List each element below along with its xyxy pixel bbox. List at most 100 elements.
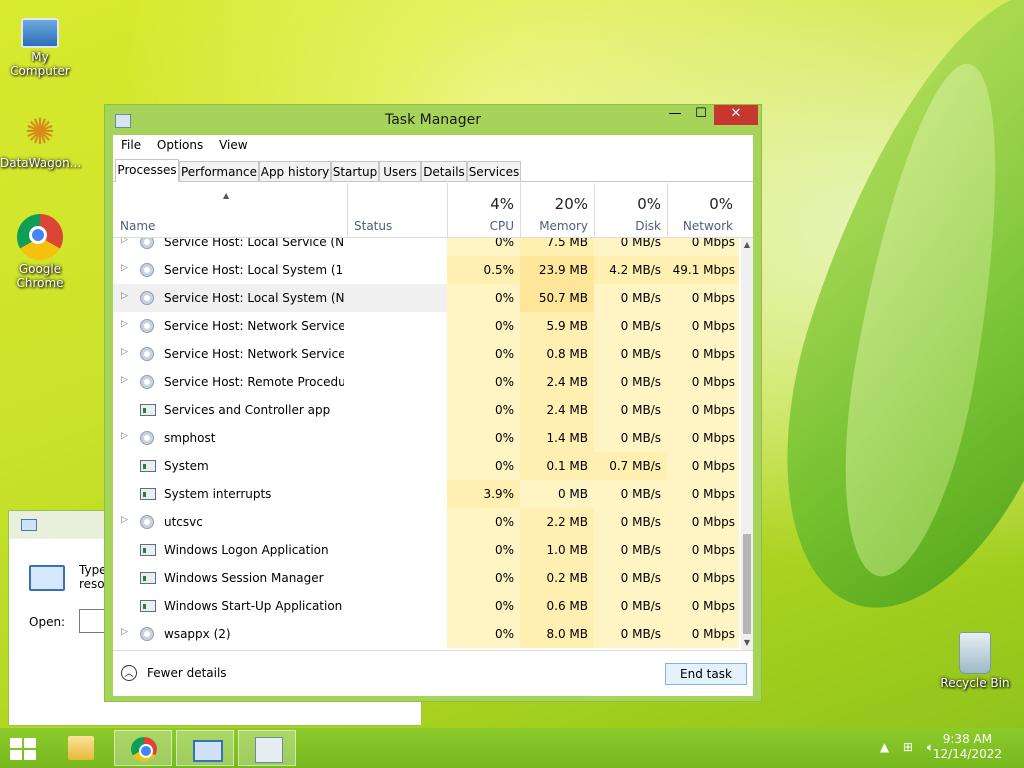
tab-processes[interactable]: Processes <box>115 159 179 182</box>
app-window-icon <box>140 488 156 500</box>
tab-users[interactable]: Users <box>379 161 421 181</box>
service-gear-icon <box>140 263 154 277</box>
process-memory: 0.1 MB <box>520 452 594 480</box>
process-memory: 8.0 MB <box>520 620 594 648</box>
process-memory: 0.2 MB <box>520 564 594 592</box>
expand-chevron-icon[interactable]: ▷ <box>121 347 128 357</box>
table-row[interactable]: Windows Start-Up Application 0% 0.6 MB 0 MB… <box>113 592 739 620</box>
process-memory: 0.6 MB <box>520 592 594 620</box>
process-cpu: 0% <box>447 452 520 480</box>
table-row[interactable]: ▷ Service Host: Local System (16) 0.5% 23.9… <box>113 256 739 284</box>
taskbar-google-chrome[interactable] <box>114 730 172 766</box>
desktop-icon-google-chrome[interactable]: Google Chrome <box>0 214 80 290</box>
table-row[interactable]: Windows Logon Application 0% 1.0 MB 0 MB/s 0… <box>113 536 739 564</box>
process-cpu: 0% <box>447 592 520 620</box>
column-disk[interactable]: Disk <box>594 219 661 233</box>
minimize-button[interactable]: — <box>662 105 688 125</box>
windows-logo-pane <box>24 750 36 760</box>
menu-options[interactable]: Options <box>151 135 209 152</box>
table-row[interactable]: System interrupts 3.9% 0 MB 0 MB/s 0 Mbps <box>113 480 739 508</box>
expand-chevron-icon[interactable]: ▷ <box>121 431 128 441</box>
table-row[interactable]: ▷ Service Host: Network Service (5) 0%5.9 … <box>113 312 739 340</box>
process-disk: 0 MB/s <box>594 620 667 648</box>
start-button[interactable] <box>10 738 38 760</box>
service-gear-icon <box>140 319 154 333</box>
maximize-button[interactable]: ☐ <box>688 105 714 125</box>
process-name: utcsvc <box>164 515 203 529</box>
table-row[interactable]: ▷ Service Host: Remote Procedure... 0%2.4 … <box>113 368 739 396</box>
process-cpu: 0% <box>447 620 520 648</box>
expand-chevron-icon[interactable]: ▷ <box>121 319 128 329</box>
tab-services[interactable]: Services <box>467 161 521 181</box>
expand-chevron-icon[interactable]: ▷ <box>121 291 128 301</box>
taskbar-file-explorer[interactable] <box>52 730 110 766</box>
process-cpu: 0% <box>447 396 520 424</box>
close-button[interactable]: ✕ <box>714 105 758 125</box>
menu-bar: File Options View <box>113 135 753 155</box>
task-manager-titlebar[interactable]: Task Manager — ☐ ✕ <box>105 105 761 135</box>
process-name: smphost <box>164 431 216 445</box>
end-task-button[interactable]: End task <box>665 663 747 685</box>
tab-details[interactable]: Details <box>421 161 467 181</box>
column-network[interactable]: Network <box>667 219 733 233</box>
scroll-down-icon[interactable]: ▼ <box>741 636 753 650</box>
menu-view[interactable]: View <box>213 135 253 152</box>
table-row[interactable]: ▷ utcsvc 0% 2.2 MB 0 MB/s 0 Mbps <box>113 508 739 536</box>
column-name[interactable]: Name <box>120 219 155 233</box>
desktop-icon-recycle-bin[interactable]: Recycle Bin <box>935 632 1015 690</box>
column-status[interactable]: Status <box>354 219 392 233</box>
table-row[interactable]: Windows Session Manager 0% 0.2 MB 0 MB/s 0 M… <box>113 564 739 592</box>
column-memory[interactable]: Memory <box>520 219 588 233</box>
column-header: ▲ Name Status 4% CPU 20% Memory 0% Disk … <box>113 183 753 238</box>
process-disk: 0 MB/s <box>594 312 667 340</box>
fewer-details-link[interactable]: Fewer details <box>147 666 227 680</box>
table-row[interactable]: System 0% 0.1 MB 0.7 MB/s 0 Mbps <box>113 452 739 480</box>
scroll-up-icon[interactable]: ▲ <box>741 238 753 252</box>
expand-chevron-icon[interactable]: ▷ <box>121 238 128 245</box>
process-network: 0 Mbps <box>667 368 739 396</box>
expand-chevron-icon[interactable]: ▷ <box>121 515 128 525</box>
vertical-scrollbar[interactable]: ▲ ▼ <box>741 238 753 650</box>
column-cpu[interactable]: CPU <box>447 219 514 233</box>
task-manager-window: Task Manager — ☐ ✕ File Options View Pro… <box>104 104 762 702</box>
taskbar-task-manager[interactable] <box>238 730 296 766</box>
service-gear-icon <box>140 347 154 361</box>
table-row[interactable]: ▷ wsappx (2) 0% 8.0 MB 0 MB/s 0 Mbps <box>113 620 739 648</box>
table-row[interactable]: ▷ Service Host: Local Service (No ... 0%7.… <box>113 238 739 256</box>
process-name: Service Host: Local System (16) <box>164 263 344 277</box>
folder-icon <box>68 736 94 760</box>
process-network: 0 Mbps <box>667 452 739 480</box>
app-window-icon <box>140 460 156 472</box>
column-divider <box>347 183 348 237</box>
table-row[interactable]: ▷ Service Host: Local System (Net... 0%50.… <box>113 284 739 312</box>
process-network: 0 Mbps <box>667 536 739 564</box>
table-row[interactable]: ▷ Service Host: Network Service (... 0%0.8… <box>113 340 739 368</box>
process-disk: 0 MB/s <box>594 340 667 368</box>
run-open-label: Open: <box>29 615 66 629</box>
menu-file[interactable]: File <box>115 135 147 152</box>
footer: ︿ Fewer details End task <box>113 650 753 696</box>
task-manager-body: File Options View Processes Performance … <box>113 135 753 696</box>
desktop-icon-my-computer[interactable]: My Computer <box>0 10 80 78</box>
tab-startup[interactable]: Startup <box>331 161 379 181</box>
network-icon[interactable]: ⊞ <box>903 740 913 754</box>
tab-app-history[interactable]: App history <box>259 161 331 181</box>
chevron-up-icon[interactable]: ︿ <box>121 665 137 681</box>
table-row[interactable]: Services and Controller app 0% 2.4 MB 0 MB/… <box>113 396 739 424</box>
process-disk: 4.2 MB/s <box>594 256 667 284</box>
desktop-icon-datawagon[interactable]: ✺ DataWagon... <box>0 112 81 170</box>
show-hidden-icons-icon[interactable]: ▲ <box>880 740 889 754</box>
process-network: 0 Mbps <box>667 592 739 620</box>
process-disk: 0 MB/s <box>594 564 667 592</box>
taskbar-run[interactable] <box>176 730 234 766</box>
task-manager-icon <box>255 737 283 763</box>
scroll-thumb[interactable] <box>743 534 751 634</box>
tab-performance[interactable]: Performance <box>179 161 259 181</box>
process-memory: 23.9 MB <box>520 256 594 284</box>
process-name: Windows Logon Application <box>164 543 329 557</box>
expand-chevron-icon[interactable]: ▷ <box>121 263 128 273</box>
expand-chevron-icon[interactable]: ▷ <box>121 375 128 385</box>
table-row[interactable]: ▷ smphost 0% 1.4 MB 0 MB/s 0 Mbps <box>113 424 739 452</box>
expand-chevron-icon[interactable]: ▷ <box>121 627 128 637</box>
clock[interactable]: 9:38 AM 12/14/2022 <box>933 732 1002 762</box>
